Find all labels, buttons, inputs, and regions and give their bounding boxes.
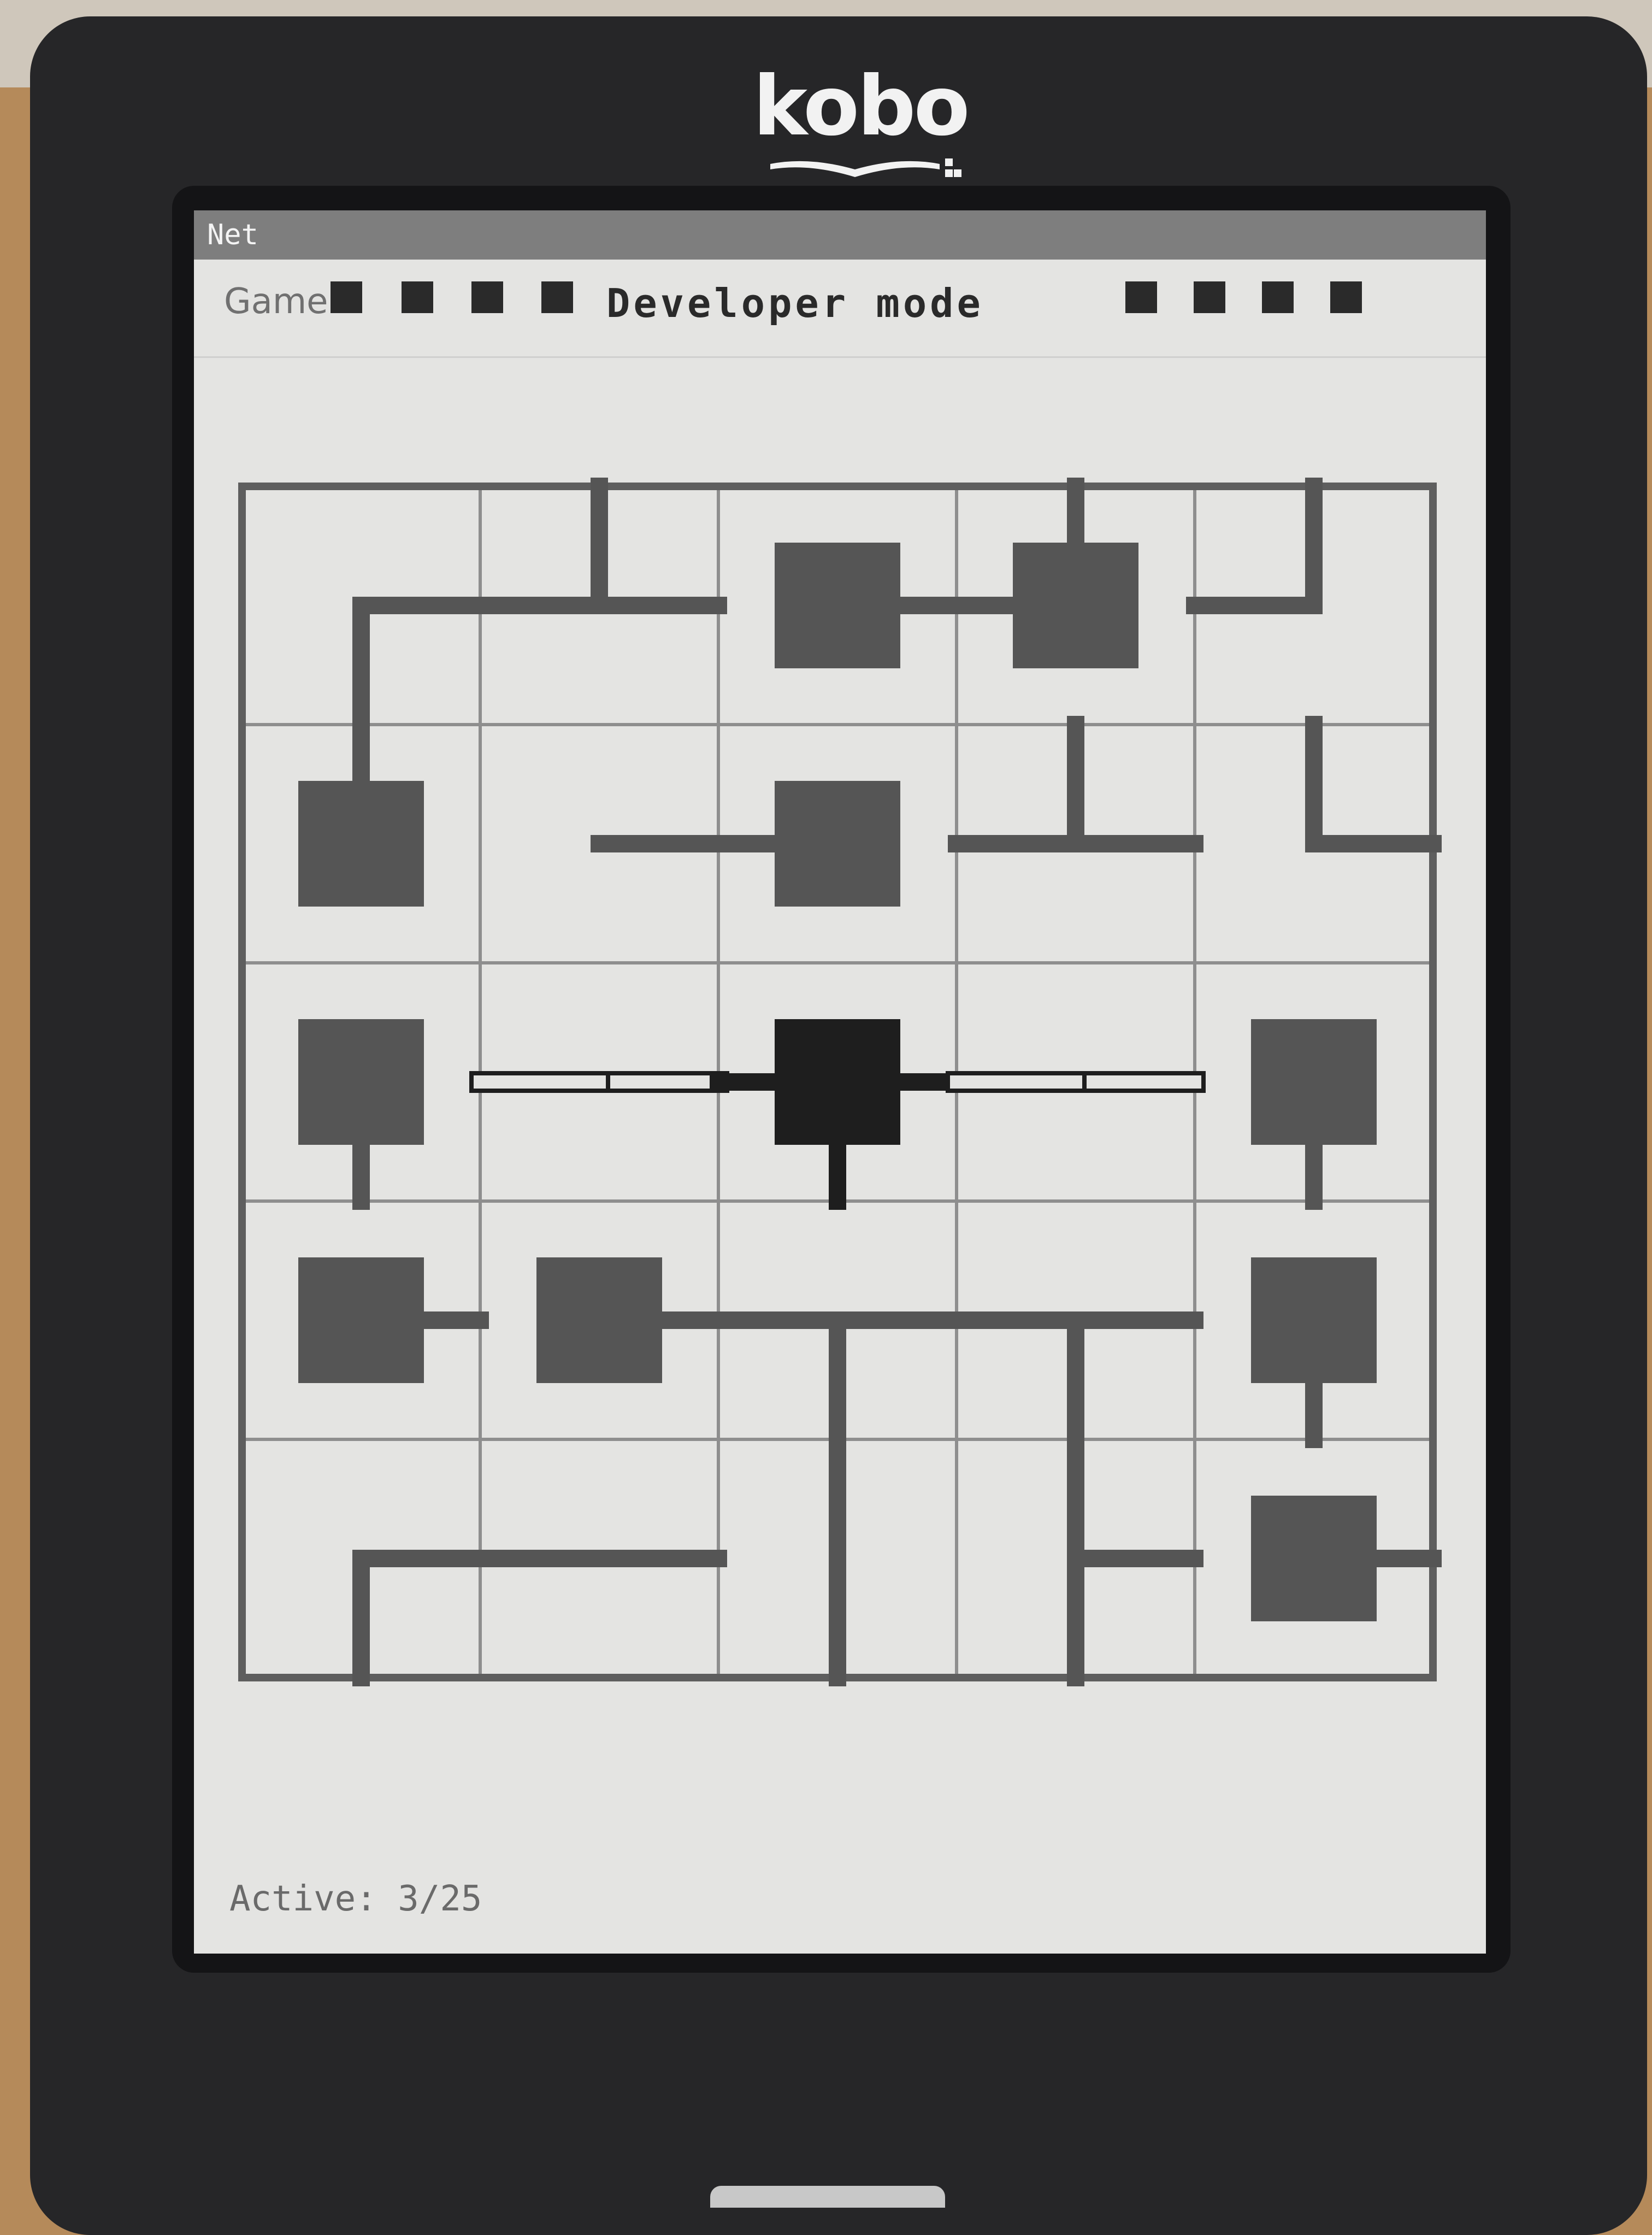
pipe-segment	[1305, 716, 1323, 852]
pipe-segment	[1305, 835, 1442, 852]
pipe-segment	[471, 1550, 608, 1567]
pipe-segment	[829, 1431, 846, 1567]
pipe-segment	[352, 1550, 489, 1567]
pipe-segment	[1067, 1550, 1084, 1686]
pipe-segment	[471, 597, 608, 614]
kobo-logo: kobo	[740, 60, 981, 186]
home-button[interactable]	[710, 2186, 945, 2208]
book-icon	[770, 158, 961, 177]
node-terminal	[536, 1257, 662, 1383]
pipe-segment	[1067, 1431, 1084, 1567]
pipe-segment	[591, 835, 727, 852]
pipe-segment	[1067, 835, 1203, 852]
pipe-segment	[1186, 597, 1323, 614]
pipe-segment	[591, 597, 727, 614]
node-terminal	[1013, 543, 1138, 668]
status-text: Active: 3/25	[229, 1879, 482, 1919]
net-puzzle-board	[238, 478, 1442, 1686]
pipe-segment	[829, 1550, 846, 1686]
pipe-segment	[1067, 716, 1084, 852]
node-terminal	[298, 1257, 424, 1383]
pipe-segment	[829, 1311, 965, 1329]
pipe-segment	[352, 1550, 370, 1686]
pipe-segment	[829, 1311, 846, 1448]
pipe-segment	[948, 1311, 1084, 1329]
node-terminal	[298, 1019, 424, 1145]
pipe-segment	[469, 1071, 610, 1093]
node-terminal	[775, 781, 900, 907]
pipe-segment	[588, 1071, 729, 1093]
pipe-segment	[1065, 1071, 1206, 1093]
node-terminal	[1251, 1019, 1377, 1145]
node-terminal	[1251, 1496, 1377, 1621]
node-terminal	[1251, 1257, 1377, 1383]
logo-text: kobo	[753, 59, 970, 154]
pipe-segment	[352, 597, 489, 614]
eink-screen: Net Game Developer mode Active: 3/25	[194, 210, 1486, 1954]
pipe-segment	[591, 1550, 727, 1567]
node-terminal	[298, 781, 424, 907]
pipe-segment	[946, 1071, 1087, 1093]
pipe-segment	[1067, 1311, 1084, 1448]
pipe-segment	[948, 835, 1084, 852]
pipe-segment	[1305, 478, 1323, 614]
pipe-segment	[591, 478, 608, 614]
pipe-segment	[1067, 1550, 1203, 1567]
pipe-segment	[1067, 1311, 1203, 1329]
pipe-segment	[710, 1311, 846, 1329]
node-terminal	[775, 1019, 900, 1145]
node-terminal	[775, 543, 900, 668]
pipe-segment	[352, 597, 370, 733]
